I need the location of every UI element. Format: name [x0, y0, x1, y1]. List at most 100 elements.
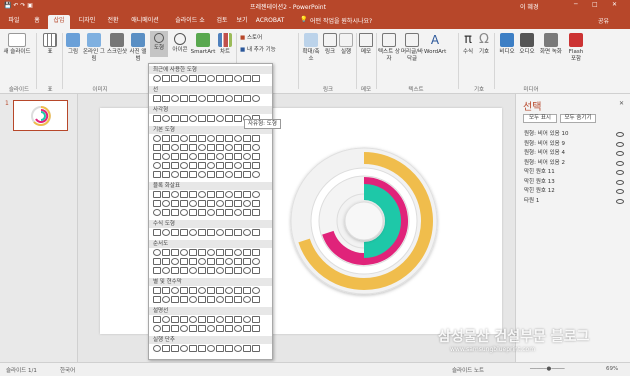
shape-option-icon[interactable]: [171, 171, 179, 178]
shape-option-icon[interactable]: [189, 75, 197, 82]
shape-option-icon[interactable]: [225, 75, 233, 82]
shape-option-icon[interactable]: [207, 171, 215, 178]
shape-option-icon[interactable]: [234, 191, 242, 198]
shape-option-icon[interactable]: [189, 325, 197, 332]
shape-option-icon[interactable]: [198, 144, 206, 151]
shape-option-icon[interactable]: [207, 316, 215, 323]
symbol-button[interactable]: Ω 기호: [476, 33, 492, 56]
tab-animations[interactable]: 애니메이션: [126, 15, 164, 29]
shape-option-icon[interactable]: [153, 258, 161, 265]
selection-list-item[interactable]: 원형: 비어 있음 10: [524, 130, 624, 139]
shape-option-icon[interactable]: [180, 345, 188, 352]
screenshot-button[interactable]: 스크린샷: [106, 33, 128, 56]
shape-option-icon[interactable]: [189, 171, 197, 178]
shape-option-icon[interactable]: [171, 162, 179, 169]
shape-option-icon[interactable]: [234, 162, 242, 169]
shape-option-icon[interactable]: [216, 162, 224, 169]
shape-option-icon[interactable]: [153, 325, 161, 332]
shape-option-icon[interactable]: [207, 345, 215, 352]
shape-option-icon[interactable]: [153, 115, 161, 122]
shape-option-icon[interactable]: [153, 316, 161, 323]
shape-option-icon[interactable]: [189, 209, 197, 216]
eye-icon[interactable]: [616, 160, 624, 166]
shape-option-icon[interactable]: [180, 191, 188, 198]
shape-option-icon[interactable]: [216, 325, 224, 332]
shape-option-icon[interactable]: [207, 209, 215, 216]
shape-option-icon[interactable]: [207, 229, 215, 236]
shape-option-icon[interactable]: [180, 95, 188, 102]
shape-option-icon[interactable]: [252, 258, 260, 265]
shape-option-icon[interactable]: [153, 75, 161, 82]
picture-button[interactable]: 그림: [64, 33, 82, 56]
tab-slideshow[interactable]: 슬라이드 쇼: [170, 15, 210, 29]
shape-option-icon[interactable]: [234, 267, 242, 274]
shape-option-icon[interactable]: [252, 153, 260, 160]
shape-option-icon[interactable]: [189, 249, 197, 256]
shape-option-icon[interactable]: [216, 115, 224, 122]
shape-option-icon[interactable]: [180, 249, 188, 256]
shape-option-icon[interactable]: [189, 287, 197, 294]
shape-option-icon[interactable]: [234, 209, 242, 216]
shape-option-icon[interactable]: [243, 316, 251, 323]
shape-option-icon[interactable]: [153, 200, 161, 207]
shape-option-icon[interactable]: [198, 229, 206, 236]
notes-button[interactable]: 슬라이드 노트: [452, 366, 484, 374]
shape-option-icon[interactable]: [243, 162, 251, 169]
shape-option-icon[interactable]: [234, 258, 242, 265]
shape-option-icon[interactable]: [234, 75, 242, 82]
close-button[interactable]: ✕: [612, 1, 617, 8]
shape-option-icon[interactable]: [207, 153, 215, 160]
shape-option-icon[interactable]: [225, 171, 233, 178]
shape-option-icon[interactable]: [243, 229, 251, 236]
shape-option-icon[interactable]: [162, 95, 170, 102]
shape-option-icon[interactable]: [162, 267, 170, 274]
shape-option-icon[interactable]: [162, 153, 170, 160]
shape-option-icon[interactable]: [198, 287, 206, 294]
shape-option-icon[interactable]: [225, 296, 233, 303]
shape-option-icon[interactable]: [252, 95, 260, 102]
shape-option-icon[interactable]: [216, 200, 224, 207]
my-addins-button[interactable]: ■ 내 추가 기능: [240, 47, 296, 54]
shape-option-icon[interactable]: [153, 249, 161, 256]
zoom-slider[interactable]: ─────●────: [530, 366, 565, 372]
shape-option-icon[interactable]: [162, 287, 170, 294]
shapes-button[interactable]: 도형: [150, 31, 168, 57]
shape-option-icon[interactable]: [207, 287, 215, 294]
shape-option-icon[interactable]: [207, 144, 215, 151]
shape-option-icon[interactable]: [225, 153, 233, 160]
shape-option-icon[interactable]: [162, 171, 170, 178]
shape-option-icon[interactable]: [180, 75, 188, 82]
shape-option-icon[interactable]: [162, 200, 170, 207]
shape-option-icon[interactable]: [189, 144, 197, 151]
shape-option-icon[interactable]: [180, 144, 188, 151]
screen-recording-button[interactable]: 화면 녹화: [540, 33, 562, 56]
shape-option-icon[interactable]: [153, 229, 161, 236]
shape-option-icon[interactable]: [171, 229, 179, 236]
shape-option-icon[interactable]: [198, 200, 206, 207]
shape-option-icon[interactable]: [189, 316, 197, 323]
shape-option-icon[interactable]: [180, 229, 188, 236]
shape-option-icon[interactable]: [198, 258, 206, 265]
eye-icon[interactable]: [616, 198, 624, 204]
selection-list-item[interactable]: 타원 1: [524, 197, 624, 206]
tab-home[interactable]: 홈: [30, 15, 44, 29]
shape-option-icon[interactable]: [207, 267, 215, 274]
close-icon[interactable]: ✕: [619, 100, 624, 107]
eye-icon[interactable]: [616, 170, 624, 175]
shape-option-icon[interactable]: [198, 296, 206, 303]
shape-option-icon[interactable]: [171, 209, 179, 216]
shape-option-icon[interactable]: [234, 325, 242, 332]
store-button[interactable]: ■ 스토어: [240, 35, 280, 42]
shape-option-icon[interactable]: [162, 258, 170, 265]
shape-option-icon[interactable]: [162, 229, 170, 236]
shape-option-icon[interactable]: [180, 115, 188, 122]
shape-option-icon[interactable]: [252, 267, 260, 274]
shape-option-icon[interactable]: [198, 162, 206, 169]
shape-option-icon[interactable]: [225, 162, 233, 169]
shape-option-icon[interactable]: [225, 267, 233, 274]
shape-option-icon[interactable]: [153, 345, 161, 352]
shape-option-icon[interactable]: [180, 296, 188, 303]
shape-option-icon[interactable]: [171, 287, 179, 294]
shape-option-icon[interactable]: [234, 95, 242, 102]
shape-option-icon[interactable]: [216, 229, 224, 236]
